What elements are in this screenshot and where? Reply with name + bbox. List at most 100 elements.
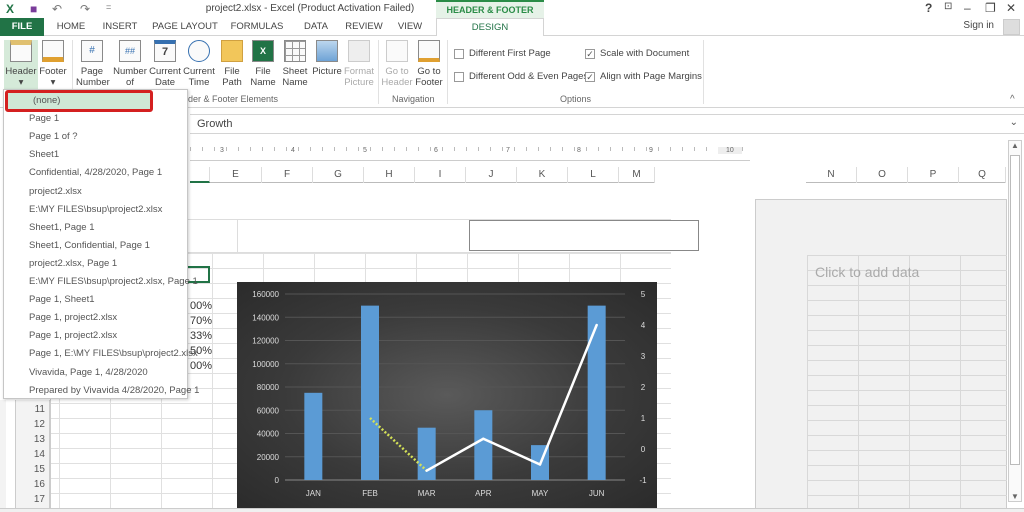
restore-icon[interactable]: ❐ — [985, 1, 996, 15]
contextual-tab-group: HEADER & FOOTER TOOLS — [436, 0, 544, 31]
dropdown-item[interactable]: Sheet1, Confidential, Page 1 — [4, 237, 187, 255]
collapse-ribbon-icon[interactable]: ^ — [1010, 94, 1015, 105]
dropdown-item[interactable]: Page 1, Sheet1 — [4, 291, 187, 309]
row-header[interactable]: 17 — [22, 494, 48, 505]
formula-value[interactable]: Growth — [197, 118, 232, 130]
row-header[interactable]: 16 — [22, 479, 48, 490]
cell-value[interactable]: 00% — [190, 300, 212, 312]
column-header[interactable]: P — [908, 167, 959, 183]
cell-value[interactable]: 70% — [190, 315, 212, 327]
picture-button[interactable]: Picture — [311, 40, 343, 77]
column-header[interactable]: F — [262, 167, 313, 183]
go-to-footer-button[interactable]: Go to Footer — [413, 40, 445, 88]
scale-with-document-checkbox[interactable]: ✓ Scale with Document — [585, 48, 689, 59]
expand-formula-icon[interactable]: ⌄ — [1010, 117, 1018, 128]
checkbox-label: Align with Page Margins — [600, 71, 702, 82]
column-header[interactable]: H — [364, 167, 415, 183]
page-number-button[interactable]: # Page Number — [76, 40, 110, 88]
tab-file[interactable]: FILE — [0, 18, 44, 36]
column-header[interactable]: M — [619, 167, 655, 183]
row-header[interactable]: 13 — [22, 434, 48, 445]
different-odd-even-checkbox[interactable]: Different Odd & Even Pages — [454, 71, 588, 82]
dropdown-item-none[interactable]: (none) — [5, 90, 153, 112]
formula-bar[interactable]: Growth ⌄ — [190, 114, 1024, 134]
column-header[interactable]: E — [210, 167, 262, 183]
dropdown-item[interactable]: Page 1, project2.xlsx — [4, 309, 187, 327]
sign-in-link[interactable]: Sign in — [963, 20, 994, 31]
dropdown-item[interactable]: E:\MY FILES\bsup\project2.xlsx, Page 1 — [4, 273, 198, 291]
header-section-box[interactable] — [469, 220, 699, 251]
ribbon-display-icon[interactable]: ⊡ — [944, 1, 952, 12]
worksheet-page-2[interactable] — [755, 199, 1007, 510]
close-icon[interactable]: ✕ — [1006, 1, 1016, 15]
header-button[interactable]: Header ▾ — [4, 40, 38, 94]
tab-review[interactable]: REVIEW — [342, 18, 386, 36]
current-date-button[interactable]: 7 Current Date — [149, 40, 181, 88]
dropdown-item[interactable]: Page 1 — [4, 110, 187, 128]
row-header[interactable]: 11 — [22, 404, 48, 415]
checkbox-icon — [454, 71, 464, 82]
go-to-header-button[interactable]: Go to Header — [381, 40, 413, 88]
label: Name — [250, 77, 276, 88]
click-to-add-data-placeholder[interactable]: Click to add data — [815, 264, 919, 280]
column-header[interactable]: O — [857, 167, 908, 183]
dropdown-item[interactable]: Vivavida, Page 1, 4/28/2020 — [4, 364, 187, 382]
footer-button[interactable]: Footer ▾ — [38, 40, 68, 88]
column-header[interactable]: G — [313, 167, 364, 183]
column-header[interactable]: Q — [959, 167, 1006, 183]
label: Number — [113, 66, 147, 77]
scroll-down-icon[interactable]: ▼ — [1011, 492, 1019, 501]
bar-feb — [361, 305, 379, 480]
column-header[interactable]: N — [806, 167, 857, 183]
scroll-up-icon[interactable]: ▲ — [1011, 141, 1019, 150]
dropdown-arrow-icon: ▾ — [18, 77, 24, 88]
file-path-button[interactable]: File Path — [218, 40, 246, 88]
avatar-icon[interactable] — [1003, 19, 1020, 35]
x-tick-label: APR — [475, 489, 492, 498]
x-tick-label: MAR — [418, 489, 436, 498]
label: Go to — [417, 66, 441, 77]
dropdown-item[interactable]: Page 1, project2.xlsx — [4, 327, 187, 345]
checkbox-label: Scale with Document — [600, 48, 690, 59]
row-header[interactable]: 12 — [22, 419, 48, 430]
x-tick-label: JUN — [589, 489, 605, 498]
label: Number — [76, 77, 110, 88]
excel-file-icon: X — [252, 40, 274, 62]
tab-view[interactable]: VIEW — [392, 18, 428, 36]
file-name-button[interactable]: X File Name — [249, 40, 277, 88]
current-time-button[interactable]: Current Time — [183, 40, 215, 88]
cell-value[interactable]: 33% — [190, 330, 212, 342]
vertical-scrollbar[interactable]: ▲ ▼ — [1008, 140, 1022, 502]
dropdown-item[interactable]: project2.xlsx, Page 1 — [4, 255, 187, 273]
column-header[interactable]: L — [568, 167, 619, 183]
row-header[interactable]: 15 — [22, 464, 48, 475]
tab-home[interactable]: HOME — [48, 18, 94, 36]
column-header[interactable]: K — [517, 167, 568, 183]
dropdown-item[interactable]: Page 1 of ? — [4, 128, 187, 146]
dropdown-item[interactable]: Confidential, 4/28/2020, Page 1 — [4, 164, 187, 182]
align-with-margins-checkbox[interactable]: ✓ Align with Page Margins — [585, 71, 702, 82]
row-header[interactable]: 14 — [22, 449, 48, 460]
tab-insert[interactable]: INSERT — [97, 18, 143, 36]
different-first-page-checkbox[interactable]: Different First Page — [454, 48, 551, 59]
help-icon[interactable]: ? — [925, 1, 932, 15]
y2-tick-label: -1 — [639, 476, 647, 485]
dropdown-item[interactable]: Sheet1, Page 1 — [4, 219, 187, 237]
dropdown-item[interactable]: project2.xlsx — [4, 183, 187, 201]
dropdown-item[interactable]: E:\MY FILES\bsup\project2.xlsx — [4, 201, 187, 219]
tab-data[interactable]: DATA — [296, 18, 336, 36]
tab-formulas[interactable]: FORMULAS — [226, 18, 288, 36]
column-header-D[interactable] — [190, 167, 210, 183]
column-header[interactable]: I — [415, 167, 466, 183]
minimize-icon[interactable]: – — [964, 1, 971, 15]
combo-chart[interactable]: 0 20000 40000 60000 80000 100000 120000 140000 1… — [237, 282, 657, 508]
tab-page-layout[interactable]: PAGE LAYOUT — [150, 18, 220, 36]
column-header[interactable]: J — [466, 167, 517, 183]
tab-design[interactable]: DESIGN — [436, 18, 544, 37]
format-picture-button[interactable]: Format Picture — [343, 40, 375, 88]
scrollbar-thumb[interactable] — [1010, 155, 1020, 465]
dropdown-item[interactable]: Page 1, E:\MY FILES\bsup\project2.xlsx — [4, 345, 198, 363]
dropdown-item[interactable]: Sheet1 — [4, 146, 187, 164]
sheet-name-button[interactable]: Sheet Name — [280, 40, 310, 88]
dropdown-item[interactable]: Prepared by Vivavida 4/28/2020, Page 1 — [4, 382, 199, 400]
